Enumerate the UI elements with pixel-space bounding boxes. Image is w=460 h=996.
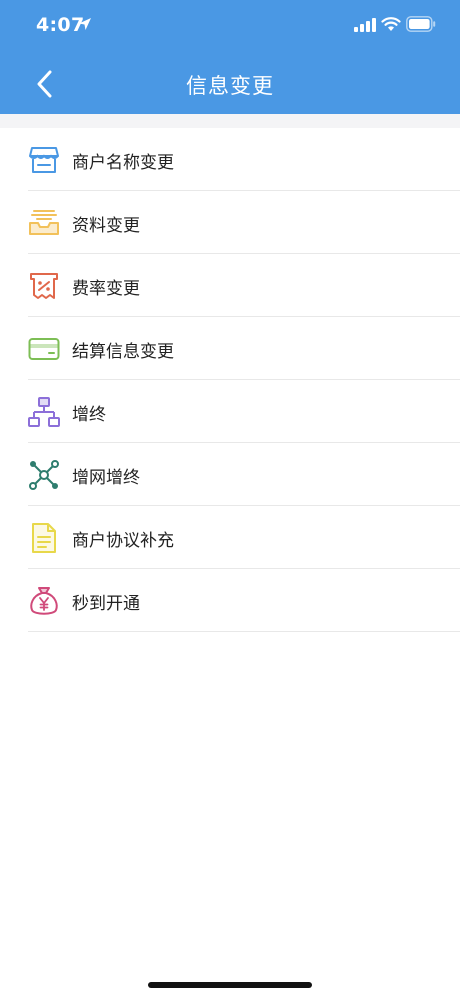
document-icon: [27, 521, 61, 555]
percent-receipt-icon: [27, 269, 61, 303]
money-bag-icon: [27, 584, 61, 618]
battery-icon: [406, 16, 436, 32]
storefront-icon: [27, 143, 61, 177]
section-gap: [0, 114, 460, 128]
menu-item-agreement-supplement[interactable]: 商户协议补充: [0, 506, 460, 569]
menu-item-rate-change[interactable]: 费率变更: [0, 254, 460, 317]
menu-item-label: 费率变更: [72, 279, 140, 299]
menu-item-label: 商户名称变更: [72, 153, 174, 173]
menu-list: 商户名称变更 资料变更 费率变更 结算信息变更 增终 增网增终 商户协议补充 秒…: [0, 128, 460, 632]
wifi-icon: [381, 17, 401, 31]
network-nodes-icon: [27, 458, 61, 492]
menu-item-label: 增终: [72, 405, 106, 425]
page-title: 信息变更: [186, 74, 274, 98]
menu-item-profile-change[interactable]: 资料变更: [0, 191, 460, 254]
menu-item-label: 秒到开通: [72, 594, 140, 614]
menu-item-add-terminal[interactable]: 增终: [0, 380, 460, 443]
nav-header: 4:07 信息变更: [0, 0, 460, 114]
menu-item-label: 结算信息变更: [72, 342, 174, 362]
menu-item-label: 增网增终: [72, 468, 140, 488]
inbox-tray-icon: [27, 206, 61, 240]
menu-item-instant-settlement[interactable]: 秒到开通: [0, 569, 460, 632]
home-indicator[interactable]: [148, 982, 312, 988]
menu-item-add-network-terminal[interactable]: 增网增终: [0, 443, 460, 506]
hierarchy-icon: [27, 395, 61, 429]
menu-item-label: 资料变更: [72, 216, 140, 236]
menu-item-merchant-name-change[interactable]: 商户名称变更: [0, 128, 460, 191]
menu-item-settlement-change[interactable]: 结算信息变更: [0, 317, 460, 380]
status-bar: 4:07: [0, 0, 460, 50]
card-icon: [27, 332, 61, 366]
menu-item-label: 商户协议补充: [72, 531, 174, 551]
cellular-signal-icon: [354, 18, 376, 32]
location-arrow-icon: [79, 18, 91, 30]
